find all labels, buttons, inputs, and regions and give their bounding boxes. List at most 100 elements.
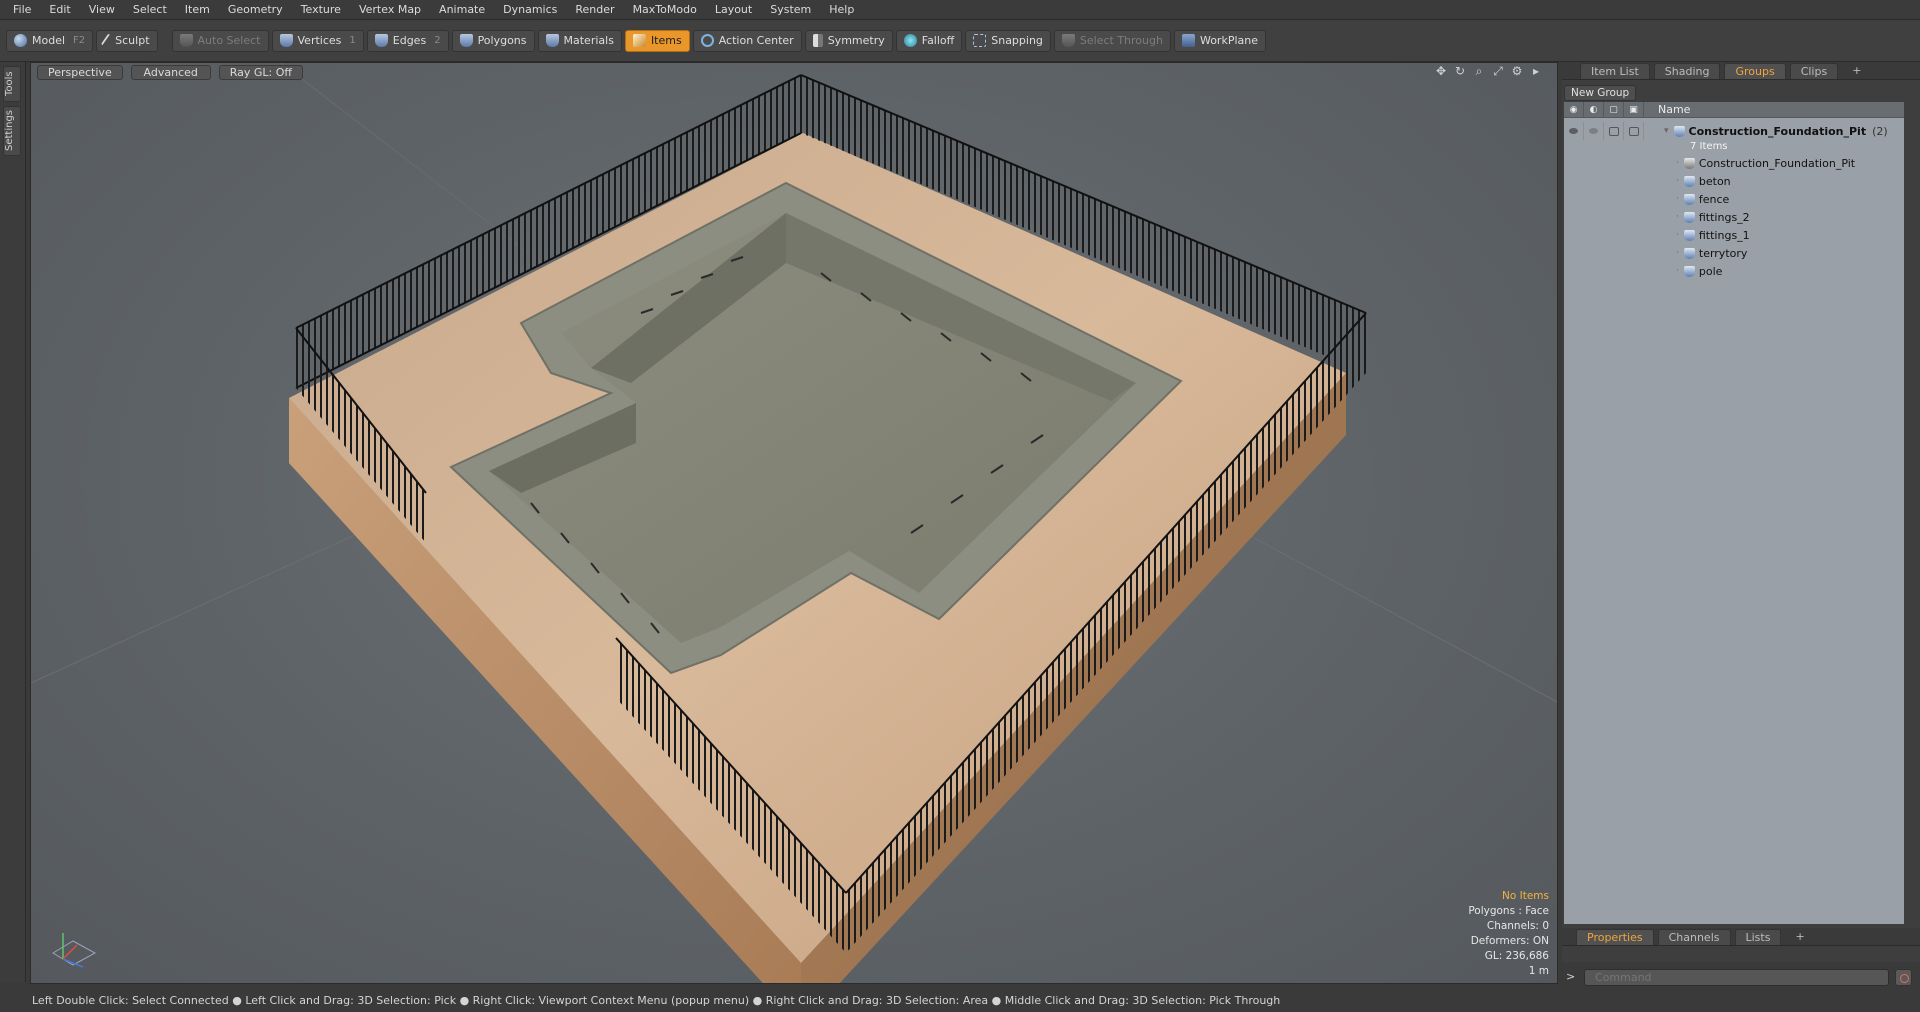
vertices-button[interactable]: Vertices 1 [271, 29, 364, 52]
items-button[interactable]: Items [624, 29, 690, 52]
list-item[interactable]: · fence [1564, 190, 1904, 208]
menu-system[interactable]: System [761, 0, 820, 20]
pan-icon[interactable]: ✥ [1434, 64, 1448, 78]
viewport-info: No Items Polygons : Face Channels: 0 Def… [1468, 889, 1549, 979]
zoom-icon[interactable]: ⌕ [1472, 64, 1486, 78]
group-name: Construction_Foundation_Pit [1688, 124, 1867, 138]
menu-render[interactable]: Render [566, 0, 623, 20]
tab-properties[interactable]: Properties [1576, 929, 1654, 945]
brush-icon [100, 33, 114, 48]
add-tab-button[interactable]: + [1785, 929, 1814, 945]
mesh-item-icon [1683, 193, 1695, 205]
menu-view[interactable]: View [80, 0, 124, 20]
groups-list: ◉ ◐ ▢ ▣ Name ▾ Construction_Foundation_P… [1564, 101, 1904, 924]
mesh-item-icon [1683, 175, 1695, 187]
command-prompt-icon: > [1566, 970, 1576, 983]
tab-lists[interactable]: Lists [1734, 929, 1782, 945]
tab-groups[interactable]: Groups [1724, 63, 1786, 79]
command-input[interactable] [1584, 969, 1889, 986]
right-panel-tabs: Item List Shading Groups Clips + [1562, 62, 1920, 80]
edges-icon [374, 34, 388, 47]
action-center-button[interactable]: Action Center [692, 29, 802, 52]
select-toggle[interactable] [1624, 122, 1644, 140]
advanced-dropdown[interactable]: Advanced [130, 64, 211, 80]
collapse-arrow-icon[interactable]: ▾ [1664, 126, 1669, 136]
polygons-icon [459, 34, 473, 47]
list-item[interactable]: · Construction_Foundation_Pit [1564, 154, 1904, 172]
list-item[interactable]: · terrytory [1564, 244, 1904, 262]
viewport-nav-icons: ✥ ↻ ⌕ ⤢ ⚙ ▸ [1434, 64, 1543, 78]
select-through-icon [1061, 34, 1075, 47]
menu-geometry[interactable]: Geometry [219, 0, 292, 20]
tab-clips[interactable]: Clips [1789, 63, 1839, 79]
add-tab-button[interactable]: + [1842, 63, 1871, 79]
rotate-icon[interactable]: ↻ [1453, 64, 1467, 78]
symmetry-button[interactable]: Symmetry [804, 29, 893, 52]
falloff-button[interactable]: Falloff [895, 29, 963, 52]
workplane-icon [1181, 34, 1195, 47]
render-column-icon[interactable]: ◐ [1584, 101, 1604, 118]
3d-viewport[interactable]: Perspective Advanced Ray GL: Off ✥ ↻ ⌕ ⤢… [30, 62, 1558, 984]
tab-channels[interactable]: Channels [1657, 929, 1731, 945]
menu-help[interactable]: Help [820, 0, 863, 20]
snapping-icon [973, 34, 987, 47]
edges-button[interactable]: Edges 2 [366, 29, 449, 52]
list-item[interactable]: · beton [1564, 172, 1904, 190]
polygons-mode: Polygons : Face [1468, 905, 1549, 917]
menu-item[interactable]: Item [176, 0, 219, 20]
maximize-icon[interactable]: ⤢ [1491, 64, 1505, 78]
model-button[interactable]: Model F2 [6, 29, 94, 52]
group-icon [1673, 125, 1685, 137]
gear-icon[interactable]: ⚙ [1510, 64, 1524, 78]
deformers-status: Deformers: ON [1470, 935, 1549, 947]
axis-gizmo-icon [52, 933, 97, 968]
menu-layout[interactable]: Layout [706, 0, 761, 20]
menu-maxtomodo[interactable]: MaxToModo [624, 0, 706, 20]
menu-file[interactable]: File [4, 0, 40, 20]
name-column-header[interactable]: Name [1644, 103, 1690, 116]
workplane-button[interactable]: WorkPlane [1173, 29, 1266, 52]
list-item[interactable]: · fittings_1 [1564, 226, 1904, 244]
snapping-button[interactable]: Snapping [965, 29, 1051, 52]
select-through-button[interactable]: Select Through [1053, 29, 1171, 52]
auto-select-button[interactable]: Auto Select [171, 29, 269, 52]
menu-dynamics[interactable]: Dynamics [494, 0, 566, 20]
mesh-item-icon [1683, 211, 1695, 223]
groups-column-header: ◉ ◐ ▢ ▣ Name [1564, 101, 1904, 118]
render-eye-icon[interactable] [1584, 122, 1604, 140]
group-row[interactable]: ▾ Construction_Foundation_Pit (2) [1564, 122, 1904, 140]
viewport-header: Perspective Advanced Ray GL: Off [31, 63, 1557, 81]
command-history-button[interactable] [1895, 969, 1912, 986]
perspective-dropdown[interactable]: Perspective [37, 64, 123, 80]
mesh-item-icon [1683, 229, 1695, 241]
visibility-eye-icon[interactable] [1564, 122, 1584, 140]
lock-column-icon[interactable]: ▢ [1604, 101, 1624, 118]
tab-item-list[interactable]: Item List [1580, 63, 1650, 79]
tab-shading[interactable]: Shading [1653, 63, 1721, 79]
lock-toggle[interactable] [1604, 122, 1624, 140]
sculpt-button[interactable]: Sculpt [96, 29, 158, 52]
polygons-button[interactable]: Polygons [451, 29, 535, 52]
menu-animate[interactable]: Animate [430, 0, 494, 20]
selection-status: No Items [1502, 890, 1549, 902]
menu-select[interactable]: Select [124, 0, 176, 20]
materials-button[interactable]: Materials [537, 29, 622, 52]
menu-vertex-map[interactable]: Vertex Map [350, 0, 430, 20]
list-item[interactable]: · fittings_2 [1564, 208, 1904, 226]
raygl-dropdown[interactable]: Ray GL: Off [218, 64, 303, 80]
falloff-icon [903, 34, 917, 47]
sphere-icon [14, 34, 27, 47]
play-arrow-icon[interactable]: ▸ [1529, 64, 1543, 78]
menu-edit[interactable]: Edit [40, 0, 79, 20]
new-group-button[interactable]: New Group [1564, 85, 1637, 101]
right-panel: Item List Shading Groups Clips + New Gro… [1562, 62, 1920, 994]
tab-settings[interactable]: Settings [3, 106, 21, 156]
select-column-icon[interactable]: ▣ [1624, 101, 1644, 118]
scene-render [31, 63, 1557, 983]
gl-count: GL: 236,686 [1484, 950, 1549, 962]
list-item[interactable]: · pole [1564, 262, 1904, 280]
menu-texture[interactable]: Texture [292, 0, 350, 20]
cube-icon [632, 34, 646, 47]
tab-tools[interactable]: Tools [3, 66, 21, 102]
visibility-column-icon[interactable]: ◉ [1564, 101, 1584, 118]
